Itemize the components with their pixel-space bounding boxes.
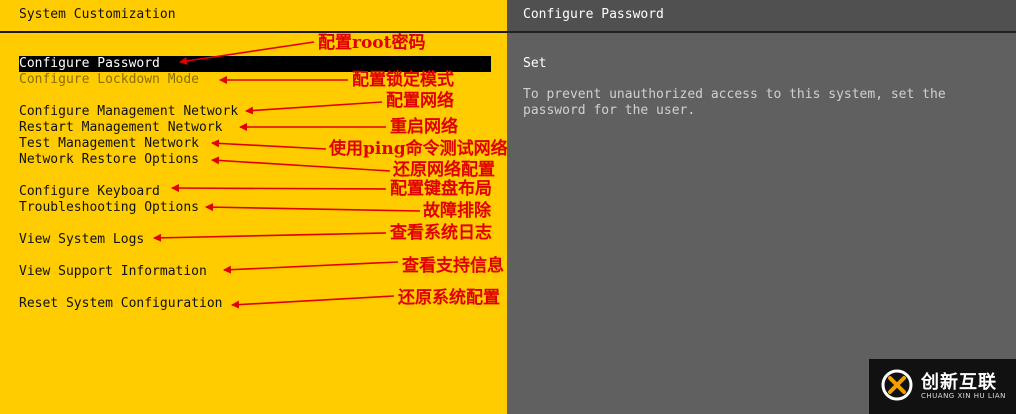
annotation-reset-system-configuration: 还原系统配置: [398, 288, 500, 308]
menu-item-view-system-logs[interactable]: View System Logs: [19, 232, 144, 248]
annotation-network-restore-options: 还原网络配置: [393, 160, 495, 180]
annotation-configure-management-network: 配置网络: [386, 91, 454, 111]
watermark-name: 创新互联: [921, 372, 997, 393]
menu-item-restart-management-network[interactable]: Restart Management Network: [19, 120, 223, 136]
password-description: To prevent unauthorized access to this s…: [523, 87, 946, 118]
left-panel-title: System Customization: [19, 7, 176, 22]
left-panel-header: System Customization: [0, 0, 507, 33]
annotation-configure-keyboard: 配置键盘布局: [390, 179, 492, 199]
menu-item-configure-lockdown-mode[interactable]: Configure Lockdown Mode: [19, 72, 199, 88]
annotation-view-system-logs: 查看系统日志: [390, 223, 492, 243]
right-panel-title: Configure Password: [523, 7, 664, 22]
menu-item-test-management-network[interactable]: Test Management Network: [19, 136, 199, 152]
brand-logo-icon: [881, 369, 913, 401]
watermark-logo: 创新互联 CHUANG XIN HU LIAN: [869, 359, 1016, 414]
menu-item-configure-management-network[interactable]: Configure Management Network: [19, 104, 238, 120]
menu-item-network-restore-options[interactable]: Network Restore Options: [19, 152, 199, 168]
watermark-subtitle: CHUANG XIN HU LIAN: [921, 392, 1006, 400]
menu-item-configure-keyboard[interactable]: Configure Keyboard: [19, 184, 160, 200]
menu-item-view-support-information[interactable]: View Support Information: [19, 264, 207, 280]
annotation-troubleshooting-options: 故障排除: [423, 201, 491, 221]
annotation-test-management-network: 使用ping命令测试网络: [329, 139, 508, 159]
menu-item-troubleshooting-options[interactable]: Troubleshooting Options: [19, 200, 199, 216]
right-panel-header: Configure Password: [507, 0, 1016, 33]
annotation-configure-password: 配置root密码: [318, 33, 426, 53]
password-status: Set: [523, 56, 547, 71]
menu-item-reset-system-configuration[interactable]: Reset System Configuration: [19, 296, 223, 312]
annotation-view-support-information: 查看支持信息: [402, 256, 504, 276]
annotation-configure-lockdown-mode: 配置锁定模式: [352, 70, 454, 90]
annotation-restart-management-network: 重启网络: [390, 117, 458, 137]
right-panel: Configure Password Set To prevent unauth…: [507, 0, 1016, 414]
